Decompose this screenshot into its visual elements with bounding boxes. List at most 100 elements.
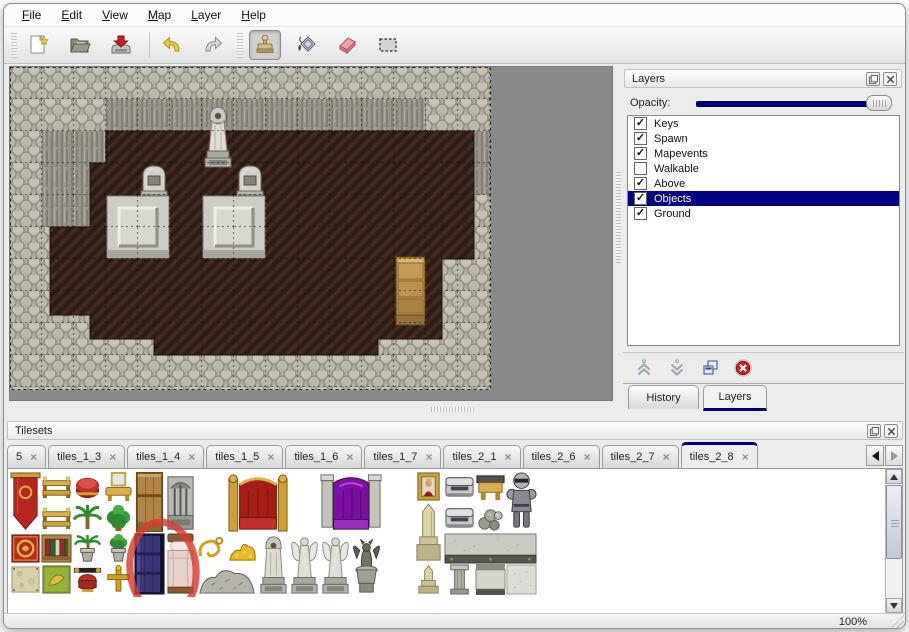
menu-edit[interactable]: Edit bbox=[51, 5, 92, 25]
close-panel-button[interactable] bbox=[884, 424, 898, 438]
layer-visibility-checkbox[interactable]: ✓ bbox=[634, 192, 647, 205]
tile-chain[interactable] bbox=[196, 533, 227, 564]
redo-button[interactable] bbox=[197, 30, 229, 60]
menu-help[interactable]: Help bbox=[231, 5, 276, 25]
eraser-button[interactable] bbox=[331, 30, 363, 60]
raise-layer-button[interactable] bbox=[633, 357, 655, 379]
tileset-tab-tiles_2_8[interactable]: tiles_2_8× bbox=[681, 442, 758, 468]
tile-block-light[interactable] bbox=[507, 565, 536, 594]
tile-palm[interactable] bbox=[72, 502, 103, 533]
layer-visibility-checkbox[interactable]: ✓ bbox=[634, 132, 647, 145]
tileset-tab-tiles_1_6[interactable]: tiles_1_6× bbox=[285, 445, 362, 468]
tile-pot-palm[interactable] bbox=[72, 533, 103, 564]
close-tab-icon[interactable]: × bbox=[346, 452, 353, 462]
scrollbar-thumb[interactable] bbox=[886, 485, 902, 559]
opacity-slider-handle[interactable] bbox=[866, 95, 892, 111]
layers-panel-titlebar[interactable]: Layers bbox=[624, 69, 902, 88]
tile-throne-purple[interactable] bbox=[320, 471, 382, 533]
menu-layer[interactable]: Layer bbox=[181, 5, 231, 25]
tileset-tab-5[interactable]: 5× bbox=[7, 445, 46, 468]
tile-banner-red[interactable] bbox=[11, 473, 40, 529]
tile-rock[interactable] bbox=[196, 564, 258, 595]
tile-statue[interactable] bbox=[258, 533, 289, 595]
layer-row-walkable[interactable]: Walkable bbox=[628, 161, 899, 176]
tile-block-top[interactable] bbox=[445, 534, 536, 563]
layer-visibility-checkbox[interactable]: ✓ bbox=[634, 117, 647, 130]
layer-visibility-checkbox[interactable] bbox=[634, 162, 647, 175]
open-button[interactable] bbox=[64, 30, 96, 60]
new-button[interactable] bbox=[23, 30, 55, 60]
save-button[interactable] bbox=[105, 30, 137, 60]
tile-stool[interactable] bbox=[72, 564, 103, 595]
vertical-splitter[interactable] bbox=[613, 66, 623, 401]
tile-rubble[interactable] bbox=[475, 502, 506, 533]
tile-throne-red[interactable] bbox=[227, 471, 289, 533]
tile-loom[interactable] bbox=[41, 471, 72, 502]
tile-gold[interactable] bbox=[227, 533, 258, 564]
tile-angel[interactable] bbox=[320, 533, 351, 595]
layer-row-spawn[interactable]: ✓Spawn bbox=[628, 131, 899, 146]
layer-row-mapevents[interactable]: ✓Mapevents bbox=[628, 146, 899, 161]
scroll-tabs-left-button[interactable] bbox=[866, 445, 884, 466]
tileset-tab-tiles_1_7[interactable]: tiles_1_7× bbox=[364, 445, 441, 468]
layer-row-objects[interactable]: ✓Objects bbox=[628, 191, 899, 206]
scroll-up-button[interactable] bbox=[886, 469, 902, 484]
toolbar-drag-handle[interactable] bbox=[11, 32, 17, 58]
tab-history[interactable]: History bbox=[628, 385, 699, 409]
tileset-tab-tiles_1_3[interactable]: tiles_1_3× bbox=[48, 445, 125, 468]
tileset-tab-tiles_2_1[interactable]: tiles_2_1× bbox=[443, 445, 520, 468]
undo-button[interactable] bbox=[156, 30, 188, 60]
tile-loom[interactable] bbox=[41, 502, 72, 533]
map-canvas[interactable] bbox=[10, 67, 612, 400]
tile-parchment[interactable] bbox=[12, 567, 39, 592]
tile-flag[interactable] bbox=[43, 566, 70, 593]
close-tab-icon[interactable]: × bbox=[584, 452, 591, 462]
splitter-grip[interactable] bbox=[616, 171, 621, 263]
close-tab-icon[interactable]: × bbox=[109, 452, 116, 462]
toolbar-drag-handle[interactable] bbox=[237, 32, 243, 58]
close-tab-icon[interactable]: × bbox=[425, 452, 432, 462]
layer-visibility-checkbox[interactable]: ✓ bbox=[634, 207, 647, 220]
tileset-tab-tiles_1_5[interactable]: tiles_1_5× bbox=[206, 445, 283, 468]
layer-visibility-checkbox[interactable]: ✓ bbox=[634, 177, 647, 190]
float-panel-button[interactable] bbox=[867, 424, 881, 438]
tilesets-panel-titlebar[interactable]: Tilesets bbox=[7, 421, 903, 440]
resize-grip[interactable] bbox=[889, 614, 904, 629]
lower-layer-button[interactable] bbox=[666, 357, 688, 379]
tile-block-bottom[interactable] bbox=[476, 564, 505, 595]
tab-layers[interactable]: Layers bbox=[703, 385, 767, 411]
tile-armor[interactable] bbox=[506, 471, 537, 533]
tile-bush[interactable] bbox=[103, 502, 134, 533]
tile-door-purple[interactable] bbox=[135, 534, 164, 594]
close-tab-icon[interactable]: × bbox=[267, 452, 274, 462]
close-tab-icon[interactable]: × bbox=[30, 452, 37, 462]
tileset-tab-tiles_2_6[interactable]: tiles_2_6× bbox=[523, 445, 600, 468]
menu-view[interactable]: View bbox=[92, 5, 138, 25]
close-tab-icon[interactable]: × bbox=[742, 452, 749, 462]
duplicate-layer-button[interactable] bbox=[699, 357, 721, 379]
tileset-tab-tiles_1_4[interactable]: tiles_1_4× bbox=[127, 445, 204, 468]
tile-portrait[interactable] bbox=[413, 471, 444, 502]
menu-map[interactable]: Map bbox=[138, 5, 181, 25]
layer-row-ground[interactable]: ✓Ground bbox=[628, 206, 899, 221]
tile-obelisk[interactable] bbox=[413, 502, 444, 564]
tileset-scrollbar[interactable] bbox=[885, 469, 902, 613]
map-viewport[interactable] bbox=[9, 66, 613, 401]
scroll-tabs-right-button[interactable] bbox=[885, 445, 903, 466]
menu-file[interactable]: File bbox=[12, 5, 51, 25]
tileset-tab-tiles_2_7[interactable]: tiles_2_7× bbox=[602, 445, 679, 468]
scroll-down-button[interactable] bbox=[886, 598, 902, 613]
opacity-slider-track[interactable] bbox=[696, 101, 882, 107]
tileset-content[interactable] bbox=[7, 468, 903, 614]
tile-obelisk-small[interactable] bbox=[413, 564, 444, 595]
tile-gargoyle[interactable] bbox=[351, 533, 382, 595]
close-panel-button[interactable] bbox=[883, 72, 897, 86]
tile-crest[interactable] bbox=[12, 535, 39, 562]
tile-books[interactable] bbox=[42, 535, 71, 562]
close-tab-icon[interactable]: × bbox=[188, 452, 195, 462]
layer-visibility-checkbox[interactable]: ✓ bbox=[634, 147, 647, 160]
tile-chest[interactable] bbox=[444, 502, 475, 533]
delete-layer-button[interactable] bbox=[732, 357, 754, 379]
tile-chest[interactable] bbox=[444, 471, 475, 502]
tile-pillar[interactable] bbox=[444, 564, 475, 595]
